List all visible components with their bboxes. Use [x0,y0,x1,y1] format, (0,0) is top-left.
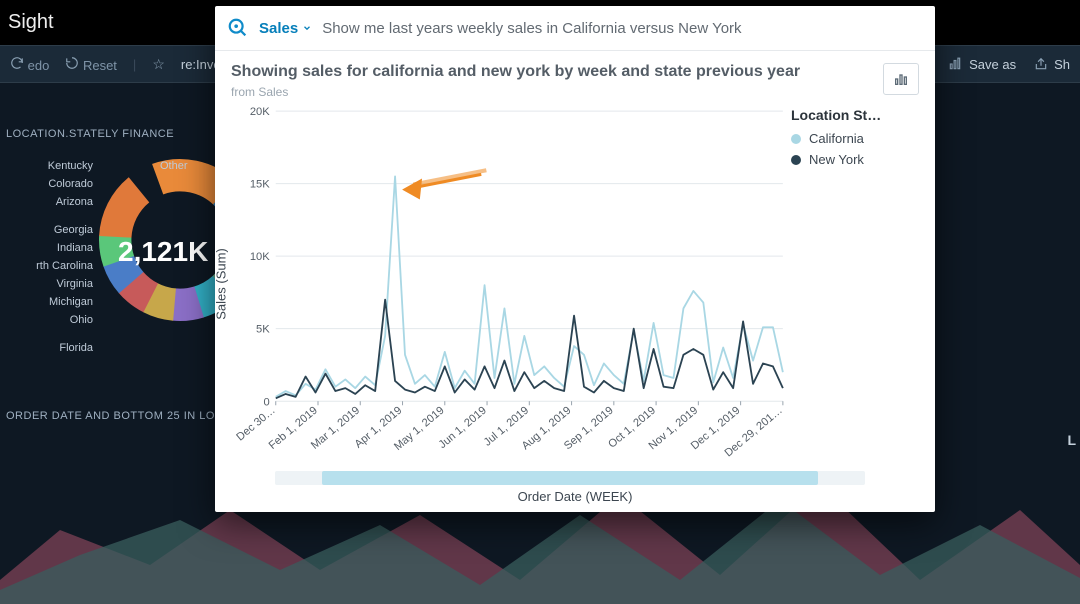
bg-section1-title: LOCATION.STATELY FINANCE [6,128,174,140]
chart-legend: Location St… California New York [791,103,921,465]
query-result-card: Sales Show me last years weekly sales in… [215,6,935,512]
reset-button[interactable]: Reset [65,56,117,73]
star-icon[interactable]: ☆ [152,56,165,73]
result-subtitle: from Sales [231,85,800,99]
result-title: Showing sales for california and new yor… [231,63,800,81]
donut-label: Arizona [8,196,93,208]
svg-text:15K: 15K [250,179,270,191]
legend-swatch [791,134,801,144]
annotation-arrow [403,170,486,198]
app-name: Sight [8,11,54,34]
x-axis-scroll-thumb[interactable] [322,471,818,485]
svg-text:20K: 20K [250,106,270,118]
share-button[interactable]: Sh [1034,57,1070,72]
legend-label: New York [809,152,864,167]
donut-label: Colorado [8,178,93,190]
donut-label-other: Other [160,160,188,172]
legend-item[interactable]: New York [791,152,921,167]
x-axis-scrollbar[interactable] [275,471,865,485]
donut-label [8,332,93,336]
bar-chart-icon [892,71,910,87]
donut-label: rth Carolina [8,260,93,272]
query-bar[interactable]: Sales Show me last years weekly sales in… [215,6,935,51]
q-search-icon [227,17,249,39]
donut-label: Ohio [8,314,93,326]
donut-label: Georgia [8,224,93,236]
redo-button[interactable]: edo [10,56,49,73]
line-chart[interactable]: Sales (Sum) 05K10K15K20KDec 30…Feb 1, 20… [223,103,791,465]
legend-swatch [791,155,801,165]
donut-label: Florida [8,342,93,354]
donut-center-value: 2,121K [118,236,208,268]
query-topic-dropdown[interactable]: Sales [259,20,312,37]
bg-legend-letter: L [1067,432,1076,448]
donut-label: Indiana [8,242,93,254]
legend-title: Location St… [791,107,921,123]
donut-label: Virginia [8,278,93,290]
saveas-button[interactable]: Save as [947,57,1016,72]
donut-labels-left: Kentucky Colorado Arizona Georgia Indiana rth… [8,160,93,354]
svg-text:5K: 5K [256,324,270,336]
donut-label: Kentucky [8,160,93,172]
legend-item[interactable]: California [791,131,921,146]
query-text: Show me last years weekly sales in Calif… [322,20,741,37]
legend-label: California [809,131,864,146]
donut-label [8,214,93,218]
svg-text:10K: 10K [250,251,270,263]
chart-type-button[interactable] [883,63,919,95]
donut-label: Michigan [8,296,93,308]
chevron-down-icon [302,23,312,33]
x-axis-label: Order Date (WEEK) [215,485,935,512]
